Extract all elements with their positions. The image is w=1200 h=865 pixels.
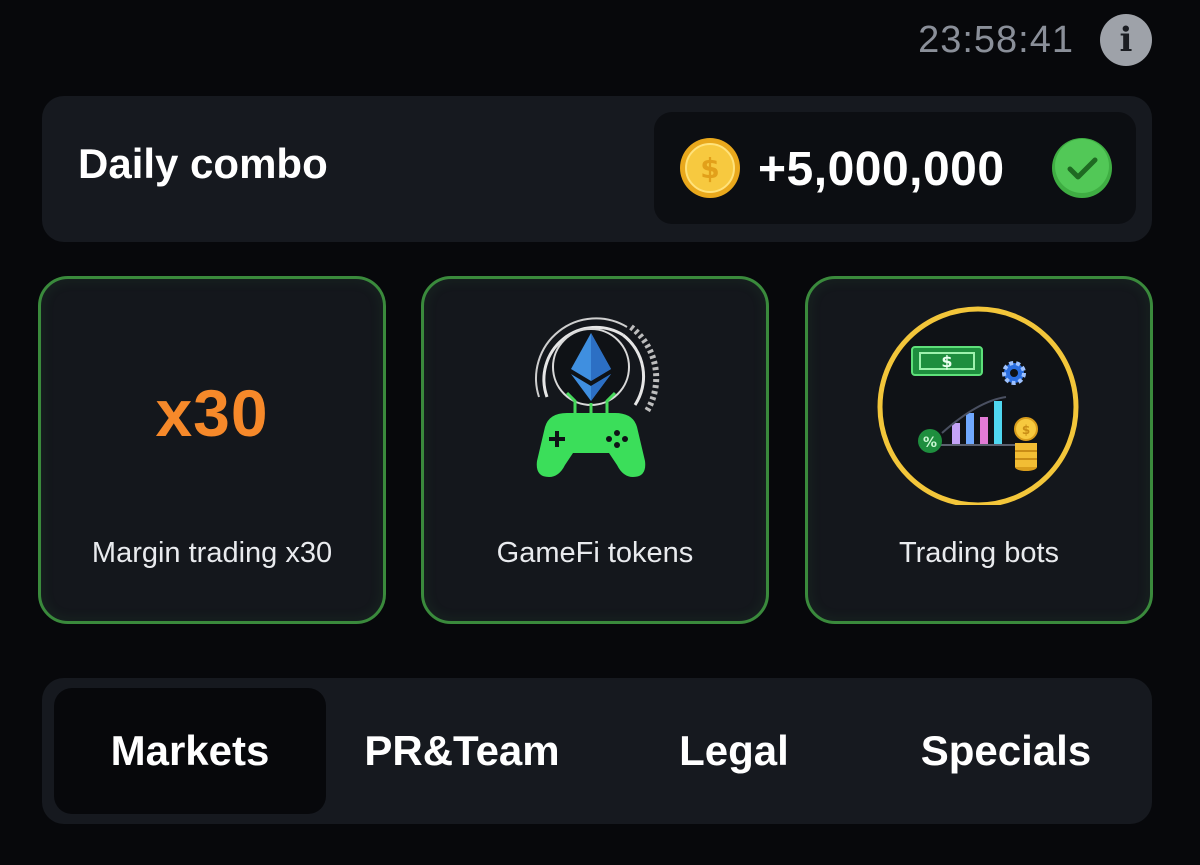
tab-legal[interactable]: Legal xyxy=(598,688,870,814)
x30-badge: x30 xyxy=(155,376,269,450)
card-trading-bots[interactable]: $ % $ Trading bots xyxy=(805,276,1153,624)
card-label: GameFi tokens xyxy=(496,537,694,569)
combo-reward-box: $ +5,000,000 xyxy=(654,112,1136,224)
info-icon: i xyxy=(1119,20,1133,60)
card-label: Trading bots xyxy=(898,537,1060,569)
check-icon xyxy=(1052,138,1112,198)
tab-pr-team[interactable]: PR&Team xyxy=(326,688,598,814)
svg-text:$: $ xyxy=(700,152,719,185)
svg-text:$: $ xyxy=(941,352,952,371)
tab-specials[interactable]: Specials xyxy=(870,688,1142,814)
card-margin-trading[interactable]: x30 Margin trading x30 xyxy=(38,276,386,624)
daily-combo-title: Daily combo xyxy=(78,140,328,187)
trading-bots-icon: $ % $ xyxy=(877,306,1079,505)
info-button[interactable]: i xyxy=(1100,14,1152,66)
top-status-bar: 23:58:41 i xyxy=(918,14,1152,66)
gamefi-icon xyxy=(535,317,660,477)
combo-reward-amount: +5,000,000 xyxy=(758,143,1005,196)
category-tabs: Markets PR&Team Legal Specials xyxy=(42,678,1152,824)
daily-combo-bar: Daily combo $ +5,000,000 xyxy=(42,96,1152,242)
svg-text:$: $ xyxy=(1022,423,1030,437)
tab-markets[interactable]: Markets xyxy=(54,688,326,814)
countdown-timer: 23:58:41 xyxy=(918,18,1074,61)
card-label: Margin trading x30 xyxy=(91,537,333,569)
coin-icon: $ xyxy=(680,138,740,198)
svg-text:%: % xyxy=(923,435,937,451)
card-gamefi-tokens[interactable]: GameFi tokens xyxy=(421,276,769,624)
page: 23:58:41 i Daily combo $ +5,000,000 x30 … xyxy=(0,0,1200,865)
